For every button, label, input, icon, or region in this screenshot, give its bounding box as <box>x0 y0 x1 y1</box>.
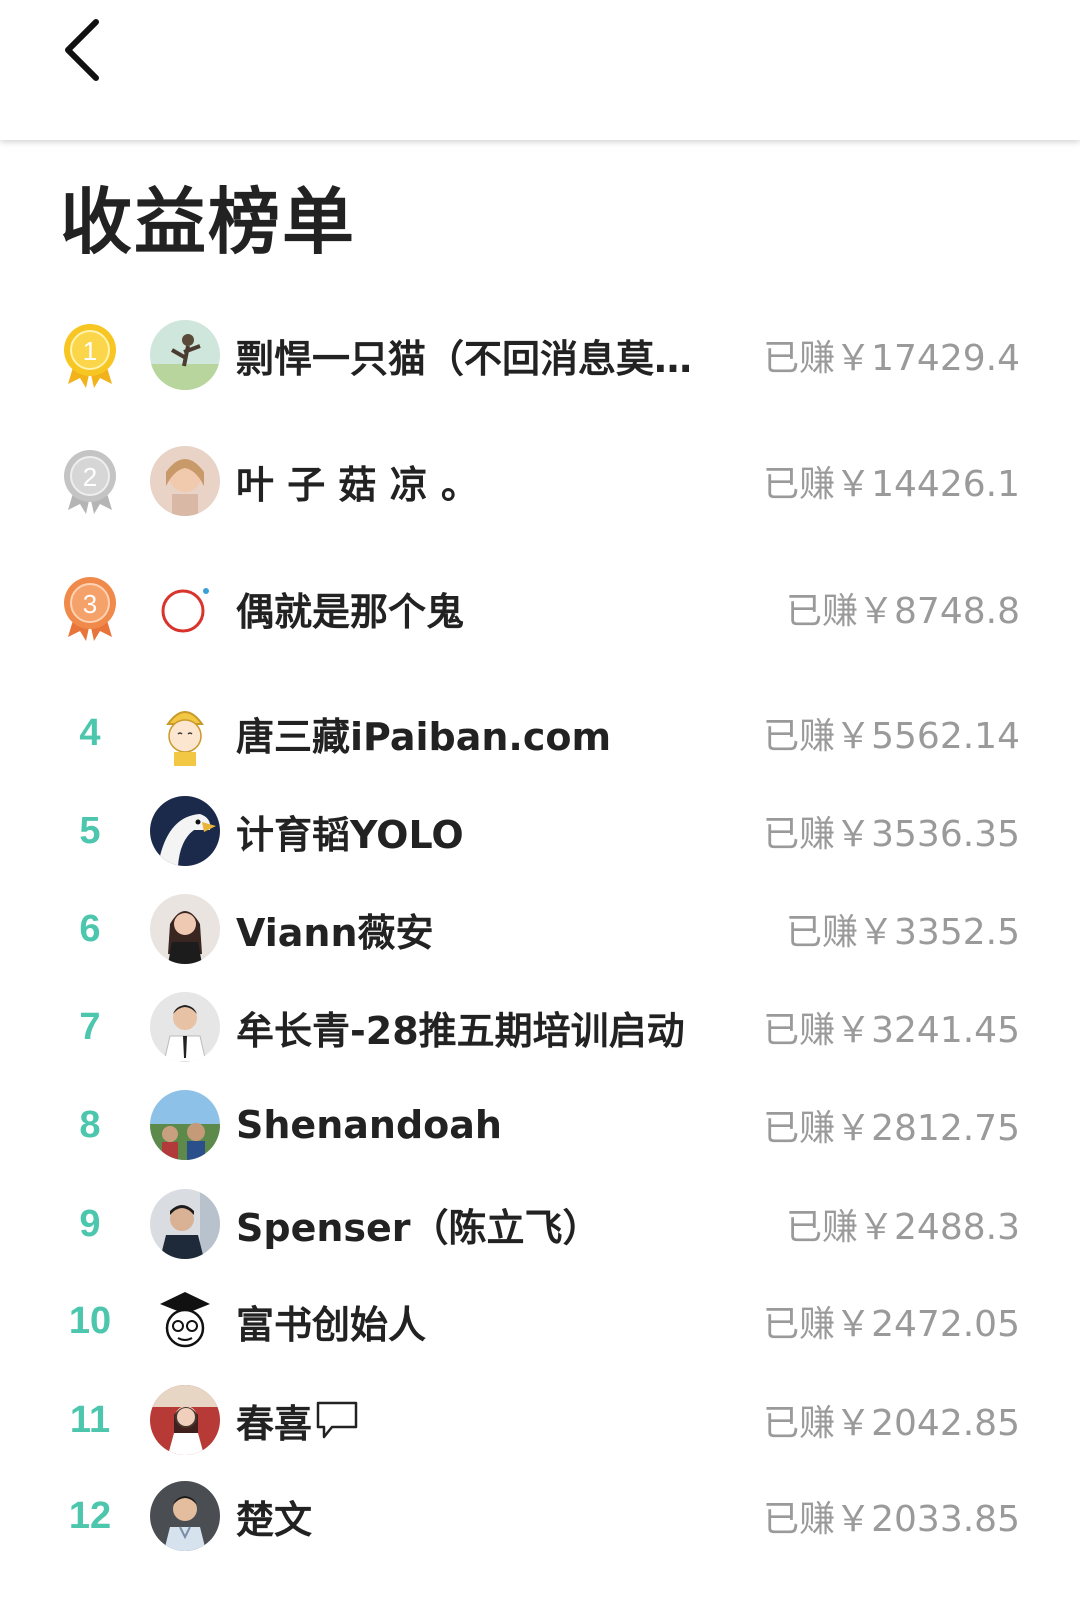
avatar[interactable] <box>150 698 220 768</box>
avatar[interactable] <box>150 894 220 964</box>
leaderboard-row[interactable]: 5 计育韬YOLO 已赚￥3536.35 <box>0 781 1080 881</box>
rank-number: 3 <box>83 589 97 619</box>
earned-amount: 已赚￥2488.3 <box>786 1207 1020 1248</box>
user-name[interactable]: 剽悍一只猫（不回消息莫… <box>236 305 692 405</box>
user-name[interactable]: Spenser（陈立飞） <box>236 1174 601 1274</box>
rank-number: 5 <box>79 809 101 852</box>
rank-number: 1 <box>83 336 97 366</box>
user-name[interactable]: 楚文 <box>236 1466 312 1566</box>
user-name[interactable]: Viann薇安 <box>236 879 434 979</box>
earned-amount: 已赚￥3352.5 <box>786 912 1020 953</box>
back-button[interactable] <box>52 14 112 86</box>
earned-amount: 已赚￥14426.1 <box>763 464 1020 505</box>
user-name[interactable]: 计育韬YOLO <box>236 781 464 881</box>
earned-amount: 已赚￥2812.75 <box>763 1108 1020 1149</box>
avatar[interactable] <box>150 573 220 643</box>
leaderboard-row[interactable]: 11 春喜 已赚￥2042.85 <box>0 1370 1080 1470</box>
silver-medal-icon: 2 <box>64 450 116 514</box>
earned-amount: 已赚￥8748.8 <box>786 591 1020 632</box>
earned-amount: 已赚￥17429.4 <box>763 338 1020 379</box>
earned-amount: 已赚￥2033.85 <box>763 1499 1020 1540</box>
rank-number: 10 <box>68 1299 112 1342</box>
chevron-left-icon <box>65 19 99 81</box>
earned-amount: 已赚￥5562.14 <box>763 716 1020 757</box>
avatar[interactable] <box>150 1286 220 1356</box>
avatar[interactable] <box>150 1481 220 1551</box>
rank-number: 9 <box>79 1202 101 1245</box>
earned-amount: 已赚￥3536.35 <box>763 814 1020 855</box>
user-name[interactable]: 偶就是那个鬼 <box>236 558 464 658</box>
rank-number: 6 <box>79 907 101 950</box>
leaderboard-row[interactable]: 7 牟长青-28推五期培训启动 已赚￥3241.45 <box>0 977 1080 1077</box>
earned-amount: 已赚￥3241.45 <box>763 1010 1020 1051</box>
user-name[interactable]: 叶 子 菇 凉 。 <box>236 431 479 531</box>
rank-number: 8 <box>79 1103 101 1146</box>
avatar[interactable] <box>150 796 220 866</box>
avatar[interactable] <box>150 1385 220 1455</box>
user-name-text: 春喜 <box>236 1401 313 1446</box>
gold-medal-icon: 1 <box>64 324 116 388</box>
user-name[interactable]: Shenandoah <box>236 1075 502 1175</box>
leaderboard-row[interactable]: 8 Shenandoah 已赚￥2812.75 <box>0 1075 1080 1175</box>
top-bar <box>0 0 1080 140</box>
rank-number: 11 <box>69 1398 111 1441</box>
avatar[interactable] <box>150 992 220 1062</box>
user-name[interactable]: 春喜 <box>236 1370 360 1470</box>
page-title: 收益榜单 <box>60 180 357 264</box>
rank-number: 7 <box>79 1005 101 1048</box>
chat-bubble-icon <box>316 1401 358 1439</box>
bronze-medal-icon: 3 <box>64 577 116 641</box>
avatar[interactable] <box>150 320 220 390</box>
earned-amount: 已赚￥2472.05 <box>763 1304 1020 1345</box>
leaderboard-row[interactable]: 4 唐三藏iPaiban.com 已赚￥5562.14 <box>0 683 1080 783</box>
user-name[interactable]: 牟长青-28推五期培训启动 <box>236 977 685 1077</box>
avatar[interactable] <box>150 1189 220 1259</box>
earned-amount: 已赚￥2042.85 <box>763 1403 1020 1444</box>
rank-number: 2 <box>83 462 97 492</box>
rank-number: 4 <box>79 711 101 754</box>
leaderboard-row[interactable]: 10 富书创始人 已赚￥2472.05 <box>0 1271 1080 1371</box>
leaderboard-row[interactable]: 6 Viann薇安 已赚￥3352.5 <box>0 879 1080 979</box>
avatar[interactable] <box>150 446 220 516</box>
leaderboard-row[interactable]: 9 Spenser（陈立飞） 已赚￥2488.3 <box>0 1174 1080 1274</box>
rank-number: 12 <box>68 1494 112 1537</box>
leaderboard-row[interactable]: 2 叶 子 菇 凉 。 已赚￥14426.1 <box>0 431 1080 531</box>
leaderboard-row[interactable]: 1 剽悍一只猫（不回消息莫… 已赚￥17429.4 <box>0 305 1080 405</box>
user-name[interactable]: 富书创始人 <box>236 1271 426 1371</box>
user-name[interactable]: 唐三藏iPaiban.com <box>236 683 611 783</box>
leaderboard-row[interactable]: 12 楚文 已赚￥2033.85 <box>0 1466 1080 1566</box>
leaderboard-row[interactable]: 3 偶就是那个鬼 已赚￥8748.8 <box>0 558 1080 658</box>
avatar[interactable] <box>150 1090 220 1160</box>
